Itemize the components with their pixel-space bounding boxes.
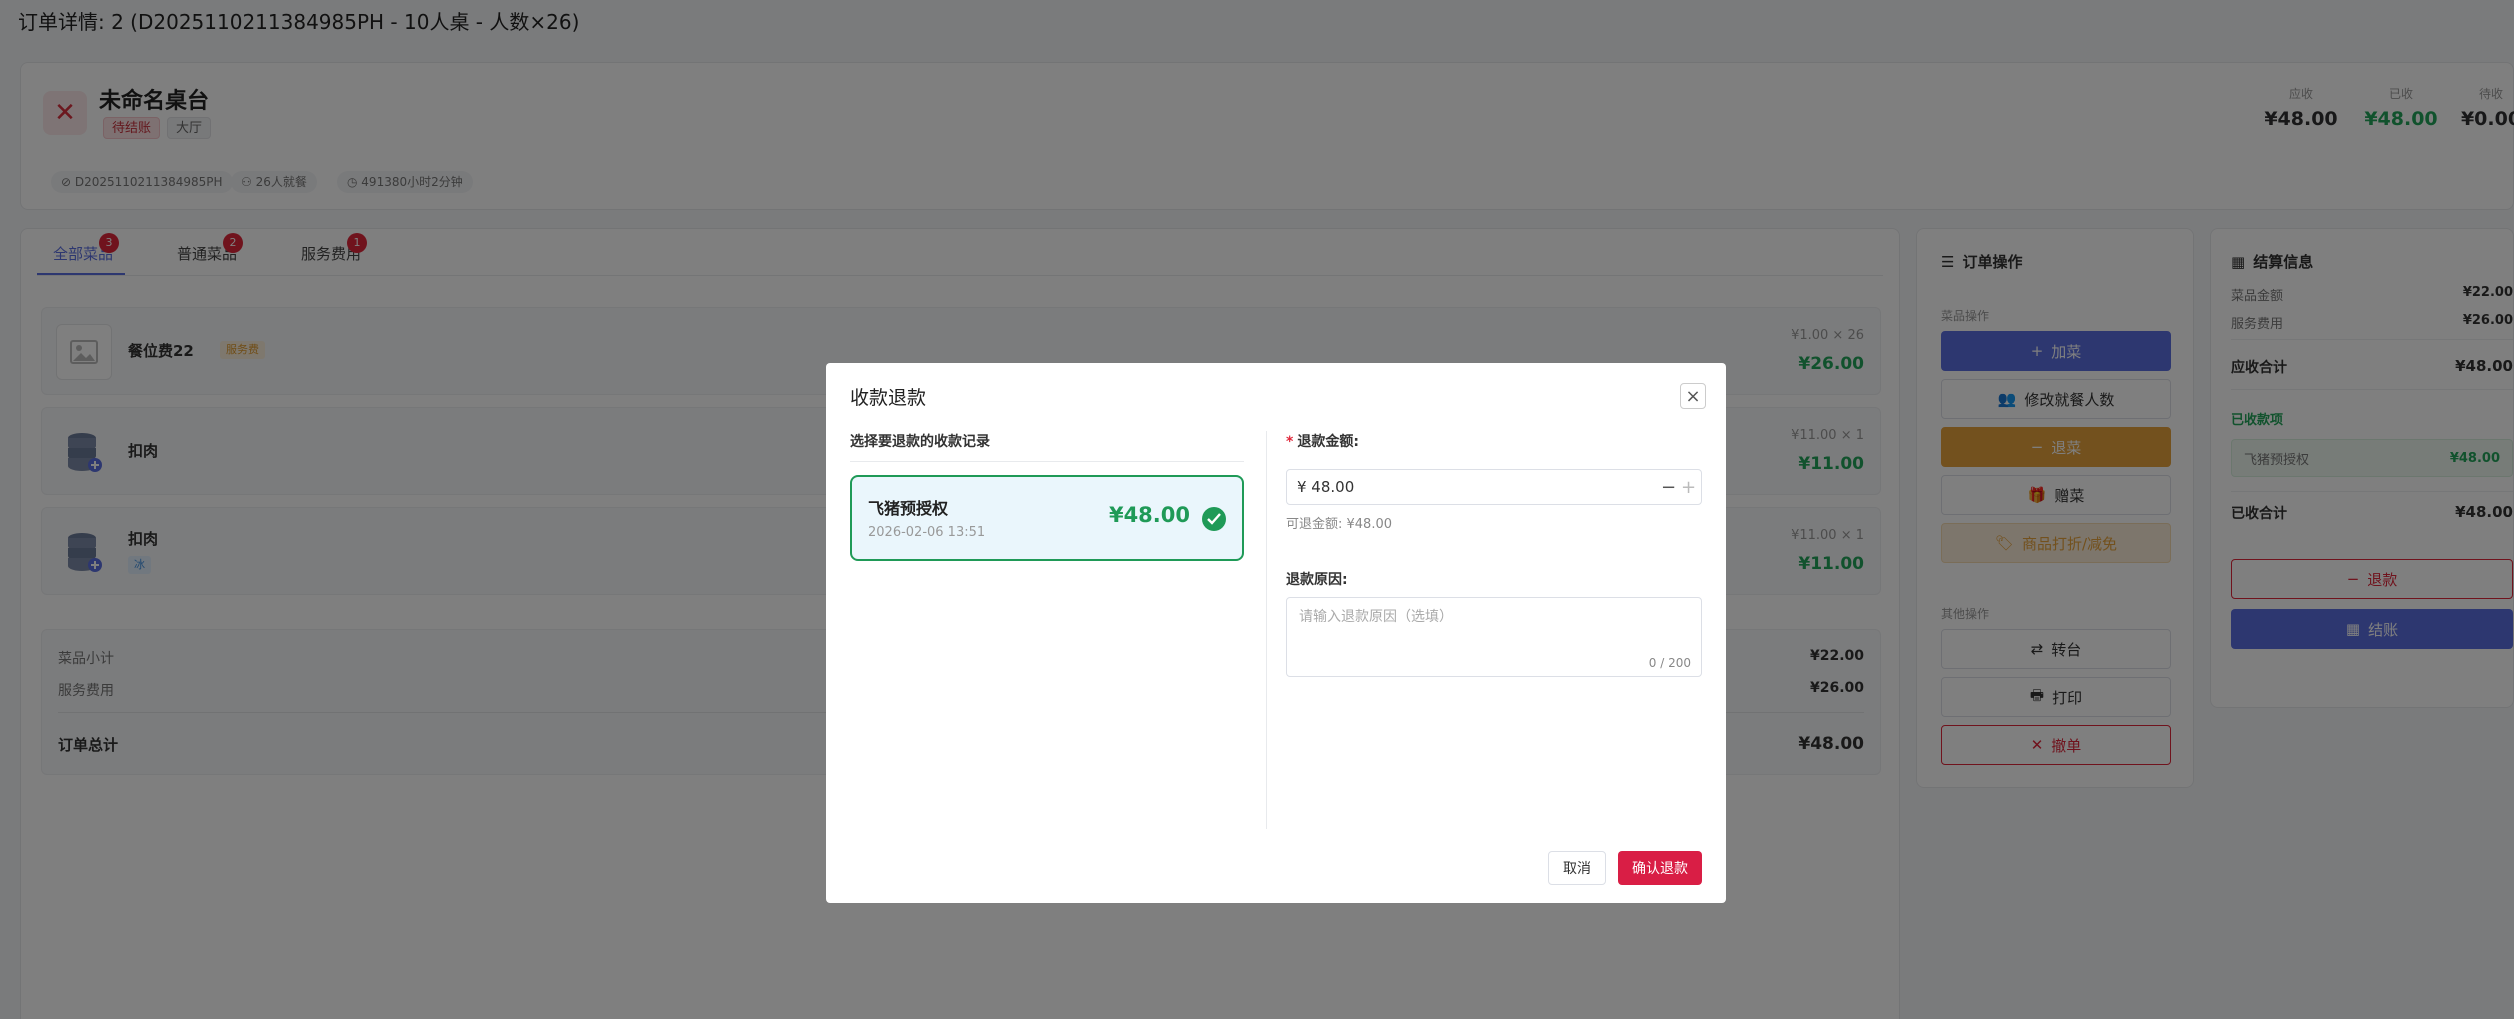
close-icon[interactable]: × (1680, 383, 1706, 409)
cancel-button[interactable]: 取消 (1548, 851, 1606, 885)
confirm-refund-button[interactable]: 确认退款 (1618, 851, 1702, 885)
record-name: 飞猪预授权 (868, 499, 949, 518)
check-circle-icon (1202, 507, 1226, 531)
refund-reason-label: 退款原因: (1286, 572, 1348, 588)
refund-amount-stepper: − + (1286, 469, 1702, 505)
record-list-divider (850, 461, 1244, 462)
refund-amount-label: * 退款金额: (1286, 434, 1359, 450)
payment-record-card[interactable]: 飞猪预授权 2026-02-06 13:51 ¥48.00 (850, 475, 1244, 561)
refund-modal: 收款退款 × 选择要退款的收款记录 飞猪预授权 2026-02-06 13:51… (826, 363, 1726, 903)
minus-icon[interactable]: − (1661, 477, 1676, 498)
record-amount: ¥48.00 (1108, 503, 1190, 527)
record-list-title: 选择要退款的收款记录 (850, 434, 990, 450)
refund-reason-field: 0 / 200 (1286, 597, 1702, 677)
refund-reason-input[interactable] (1287, 598, 1701, 676)
char-counter: 0 / 200 (1648, 656, 1691, 670)
refundable-amount: 可退金额: ¥48.00 (1286, 517, 1392, 532)
plus-icon[interactable]: + (1681, 477, 1696, 498)
refund-amount-input[interactable] (1297, 470, 1627, 504)
column-divider (1266, 431, 1267, 829)
record-time: 2026-02-06 13:51 (868, 525, 986, 540)
modal-title: 收款退款 (850, 387, 927, 409)
